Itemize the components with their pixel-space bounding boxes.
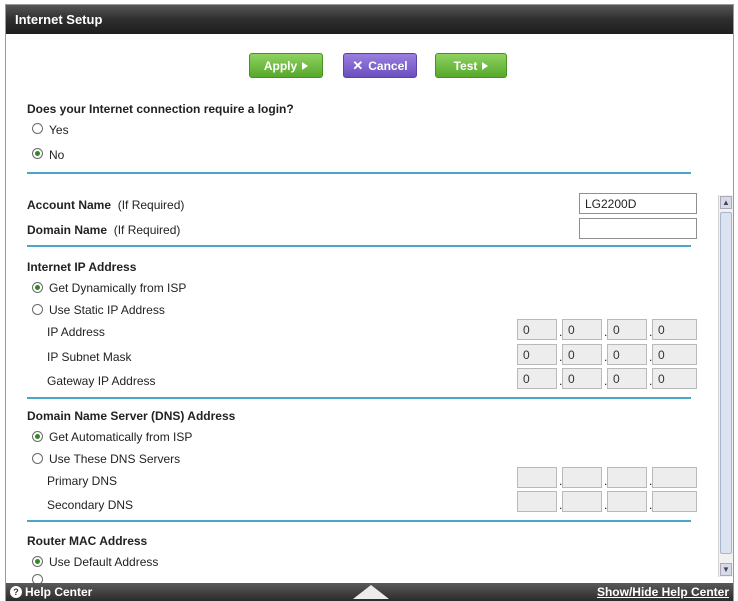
apply-button-label: Apply: [263, 58, 298, 73]
subnet-octet-2[interactable]: 0: [562, 344, 602, 365]
domain-name-label: Domain Name (If Required): [27, 223, 181, 237]
primary-dns-label: Primary DNS: [47, 474, 118, 488]
dns-auto-label: Get Automatically from ISP: [49, 430, 193, 444]
ip-octet-3[interactable]: 0: [607, 319, 647, 340]
primary-dns-octet-1[interactable]: [517, 467, 557, 488]
vertical-scrollbar[interactable]: ▲ ▼: [718, 195, 733, 577]
ip-octet-1[interactable]: 0: [517, 319, 557, 340]
help-icon: ?: [10, 586, 22, 598]
section-divider: [27, 172, 691, 174]
ip-dynamic-radio[interactable]: [32, 282, 43, 293]
login-yes-radio[interactable]: [32, 123, 43, 134]
login-no-radio[interactable]: [32, 148, 43, 159]
ip-octet-4[interactable]: 0: [652, 319, 697, 340]
mac-section-heading: Router MAC Address: [27, 534, 148, 548]
help-center-bar: ? Help Center Show/Hide Help Center: [6, 583, 733, 601]
subnet-octet-4[interactable]: 0: [652, 344, 697, 365]
gateway-label: Gateway IP Address: [47, 374, 156, 388]
secondary-dns-octet-1[interactable]: [517, 491, 557, 512]
settings-form: Apply ✕ Cancel Test Does your Internet c…: [6, 5, 733, 601]
account-name-input[interactable]: LG2200D: [579, 193, 697, 214]
help-center-label: Help Center: [25, 585, 93, 599]
cancel-button[interactable]: ✕ Cancel: [343, 53, 417, 78]
ip-section-heading: Internet IP Address: [27, 260, 137, 274]
scroll-down-icon[interactable]: ▼: [720, 563, 732, 576]
play-arrow-icon: [302, 61, 309, 70]
section-divider: [27, 245, 691, 247]
expand-arrow-icon[interactable]: [353, 585, 389, 599]
help-center-link[interactable]: ? Help Center: [10, 585, 92, 599]
internet-setup-panel: Internet Setup Apply ✕ Cancel Test Does …: [5, 4, 734, 601]
section-divider: [27, 520, 691, 522]
play-arrow-icon: [482, 61, 489, 70]
primary-dns-octet-2[interactable]: [562, 467, 602, 488]
login-yes-label: Yes: [49, 123, 69, 137]
close-icon: ✕: [352, 57, 364, 73]
primary-dns-octet-4[interactable]: [652, 467, 697, 488]
gateway-octet-4[interactable]: 0: [652, 368, 697, 389]
scroll-up-icon[interactable]: ▲: [720, 196, 732, 209]
dns-section-heading: Domain Name Server (DNS) Address: [27, 409, 236, 423]
subnet-octet-3[interactable]: 0: [607, 344, 647, 365]
mac-default-radio[interactable]: [32, 556, 43, 567]
ip-address-label: IP Address: [47, 325, 105, 339]
ip-static-radio[interactable]: [32, 304, 43, 315]
section-divider: [27, 397, 691, 399]
scrollbar-thumb[interactable]: [720, 212, 732, 554]
gateway-octet-1[interactable]: 0: [517, 368, 557, 389]
cancel-button-label: Cancel: [368, 58, 408, 73]
ip-dynamic-label: Get Dynamically from ISP: [49, 281, 187, 295]
gateway-octet-2[interactable]: 0: [562, 368, 602, 389]
show-hide-help-link[interactable]: Show/Hide Help Center: [597, 585, 729, 599]
dns-manual-radio[interactable]: [32, 453, 43, 464]
gateway-octet-3[interactable]: 0: [607, 368, 647, 389]
test-button-label: Test: [453, 58, 478, 73]
dns-manual-label: Use These DNS Servers: [49, 452, 181, 466]
mac-default-label: Use Default Address: [49, 555, 159, 569]
secondary-dns-octet-3[interactable]: [607, 491, 647, 512]
apply-button[interactable]: Apply: [249, 53, 323, 78]
account-name-label: Account Name (If Required): [27, 198, 185, 212]
subnet-octet-1[interactable]: 0: [517, 344, 557, 365]
domain-name-input[interactable]: [579, 218, 697, 239]
login-question: Does your Internet connection require a …: [27, 102, 294, 116]
dns-auto-radio[interactable]: [32, 431, 43, 442]
secondary-dns-octet-2[interactable]: [562, 491, 602, 512]
login-no-label: No: [49, 148, 65, 162]
subnet-mask-label: IP Subnet Mask: [47, 350, 132, 364]
secondary-dns-label: Secondary DNS: [47, 498, 134, 512]
test-button[interactable]: Test: [435, 53, 507, 78]
ip-octet-2[interactable]: 0: [562, 319, 602, 340]
primary-dns-octet-3[interactable]: [607, 467, 647, 488]
secondary-dns-octet-4[interactable]: [652, 491, 697, 512]
ip-static-label: Use Static IP Address: [49, 303, 165, 317]
